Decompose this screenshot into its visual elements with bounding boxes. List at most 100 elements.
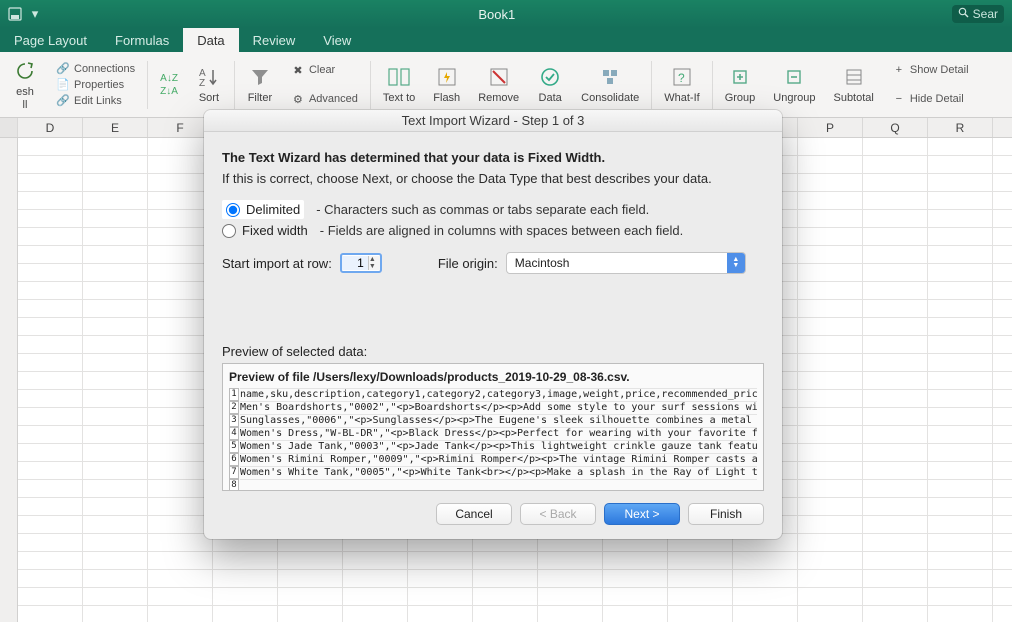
cancel-button[interactable]: Cancel xyxy=(436,503,512,525)
separator xyxy=(712,61,713,109)
data-validation-button[interactable]: Data xyxy=(531,56,569,114)
file-origin-select[interactable]: Macintosh ▲▼ xyxy=(506,252,746,274)
preview-line-number: 3 xyxy=(229,414,239,427)
refresh-all-button[interactable]: eshll xyxy=(6,56,44,114)
tab-formulas[interactable]: Formulas xyxy=(101,28,183,52)
subtotal-button[interactable]: Subtotal xyxy=(827,56,879,114)
flash-fill-icon xyxy=(434,64,460,90)
sort-icon: AZ xyxy=(196,64,222,90)
preview-line-text: Women's White Tank,"0005","<p>White Tank… xyxy=(240,466,757,479)
column-header[interactable]: D xyxy=(18,118,83,137)
search-icon xyxy=(958,7,969,21)
ungroup-icon xyxy=(781,64,807,90)
column-header[interactable]: P xyxy=(798,118,863,137)
text-to-columns-icon xyxy=(386,64,412,90)
properties-icon: 📄 xyxy=(56,78,70,92)
clear-button[interactable]: ✖Clear xyxy=(291,63,358,77)
sort-desc-button[interactable]: Z↓A xyxy=(160,86,178,97)
column-header[interactable]: Q xyxy=(863,118,928,137)
ribbon: eshll 🔗Connections 📄Properties 🔗Edit Lin… xyxy=(0,52,1012,118)
clear-icon: ✖ xyxy=(291,63,305,77)
document-title: Book1 xyxy=(42,7,952,22)
column-header[interactable]: E xyxy=(83,118,148,137)
text-import-wizard-dialog: Text Import Wizard - Step 1 of 3 The Tex… xyxy=(204,110,782,539)
remove-duplicates-button[interactable]: Remove xyxy=(472,56,525,114)
consolidate-button[interactable]: Consolidate xyxy=(575,56,645,114)
filter-button[interactable]: Filter xyxy=(241,56,279,114)
stepper-up-icon[interactable]: ▲ xyxy=(369,256,380,263)
svg-text:?: ? xyxy=(678,71,685,85)
titlebar: ▾ Book1 Sear xyxy=(0,0,1012,28)
delimited-label: Delimited xyxy=(246,202,300,217)
filter-icon xyxy=(247,64,273,90)
finish-button[interactable]: Finish xyxy=(688,503,764,525)
advanced-icon: ⚙ xyxy=(291,92,305,106)
select-all-corner[interactable] xyxy=(0,118,18,137)
preview-label: Preview of selected data: xyxy=(222,344,764,359)
preview-line-number: 8 xyxy=(229,479,239,491)
preview-line-text: name,sku,description,category1,category2… xyxy=(240,388,757,401)
hide-detail-button[interactable]: −Hide Detail xyxy=(892,92,969,106)
search-box[interactable]: Sear xyxy=(952,5,1004,23)
preview-line-number: 4 xyxy=(229,427,239,440)
undo-split-icon[interactable]: ▾ xyxy=(28,7,42,21)
preview-line-text: Sunglasses,"0006","<p>Sunglasses</p><p>T… xyxy=(240,414,757,427)
fixed-width-radio[interactable] xyxy=(222,224,236,238)
start-row-stepper[interactable]: ▲▼ xyxy=(340,253,382,273)
next-button[interactable]: Next > xyxy=(604,503,680,525)
properties-button[interactable]: 📄Properties xyxy=(56,78,135,92)
row-headers[interactable] xyxy=(0,138,18,622)
group-button[interactable]: Group xyxy=(719,56,762,114)
show-detail-icon: + xyxy=(892,63,906,77)
preview-line-text: Women's Rimini Romper,"0009","<p>Rimini … xyxy=(240,453,757,466)
preview-line-number: 5 xyxy=(229,440,239,453)
fixed-width-desc: - Fields are aligned in columns with spa… xyxy=(320,223,683,238)
tab-data[interactable]: Data xyxy=(183,28,238,52)
preview-line-number: 1 xyxy=(229,388,239,401)
separator xyxy=(147,61,148,109)
subtotal-icon xyxy=(841,64,867,90)
preview-line-number: 7 xyxy=(229,466,239,479)
tab-review[interactable]: Review xyxy=(239,28,310,52)
separator xyxy=(651,61,652,109)
refresh-icon xyxy=(12,58,38,84)
sort-asc-button[interactable]: A↓Z xyxy=(160,73,178,84)
search-placeholder: Sear xyxy=(973,7,998,21)
preview-line-text: Women's Dress,"W-BL-DR","<p>Black Dress<… xyxy=(240,427,757,440)
preview-file-heading: Preview of file /Users/lexy/Downloads/pr… xyxy=(229,370,757,384)
edit-links-icon: 🔗 xyxy=(56,94,70,108)
show-detail-button[interactable]: +Show Detail xyxy=(892,63,969,77)
edit-links-button[interactable]: 🔗Edit Links xyxy=(56,94,135,108)
preview-line-number: 6 xyxy=(229,453,239,466)
file-origin-label: File origin: xyxy=(438,256,498,271)
back-button[interactable]: < Back xyxy=(520,503,596,525)
hide-detail-icon: − xyxy=(892,92,906,106)
stepper-down-icon[interactable]: ▼ xyxy=(369,263,380,270)
start-row-input[interactable] xyxy=(342,256,368,270)
preview-line-text xyxy=(240,479,757,491)
separator xyxy=(370,61,371,109)
column-header[interactable]: R xyxy=(928,118,993,137)
delimited-radio[interactable] xyxy=(226,203,240,217)
preview-line-text: Men's Boardshorts,"0002","<p>Boardshorts… xyxy=(240,401,757,414)
tab-page-layout[interactable]: Page Layout xyxy=(0,28,101,52)
tab-view[interactable]: View xyxy=(309,28,365,52)
save-icon[interactable] xyxy=(8,7,22,21)
delimited-desc: - Characters such as commas or tabs sepa… xyxy=(316,202,649,217)
wizard-subheading: If this is correct, choose Next, or choo… xyxy=(222,171,764,186)
connections-button[interactable]: 🔗Connections xyxy=(56,62,135,76)
connections-icon: 🔗 xyxy=(56,62,70,76)
wizard-heading: The Text Wizard has determined that your… xyxy=(222,150,764,165)
fixed-width-label: Fixed width xyxy=(242,223,308,238)
group-icon xyxy=(727,64,753,90)
advanced-button[interactable]: ⚙Advanced xyxy=(291,92,358,106)
ungroup-button[interactable]: Ungroup xyxy=(767,56,821,114)
what-if-button[interactable]: ? What-If xyxy=(658,56,705,114)
chevron-up-down-icon: ▲▼ xyxy=(727,253,745,273)
text-to-columns-button[interactable]: Text to xyxy=(377,56,421,114)
separator xyxy=(234,61,235,109)
flash-fill-button[interactable]: Flash xyxy=(427,56,466,114)
start-row-label: Start import at row: xyxy=(222,256,332,271)
sort-button[interactable]: AZ Sort xyxy=(190,56,228,114)
dialog-title: Text Import Wizard - Step 1 of 3 xyxy=(204,110,782,132)
